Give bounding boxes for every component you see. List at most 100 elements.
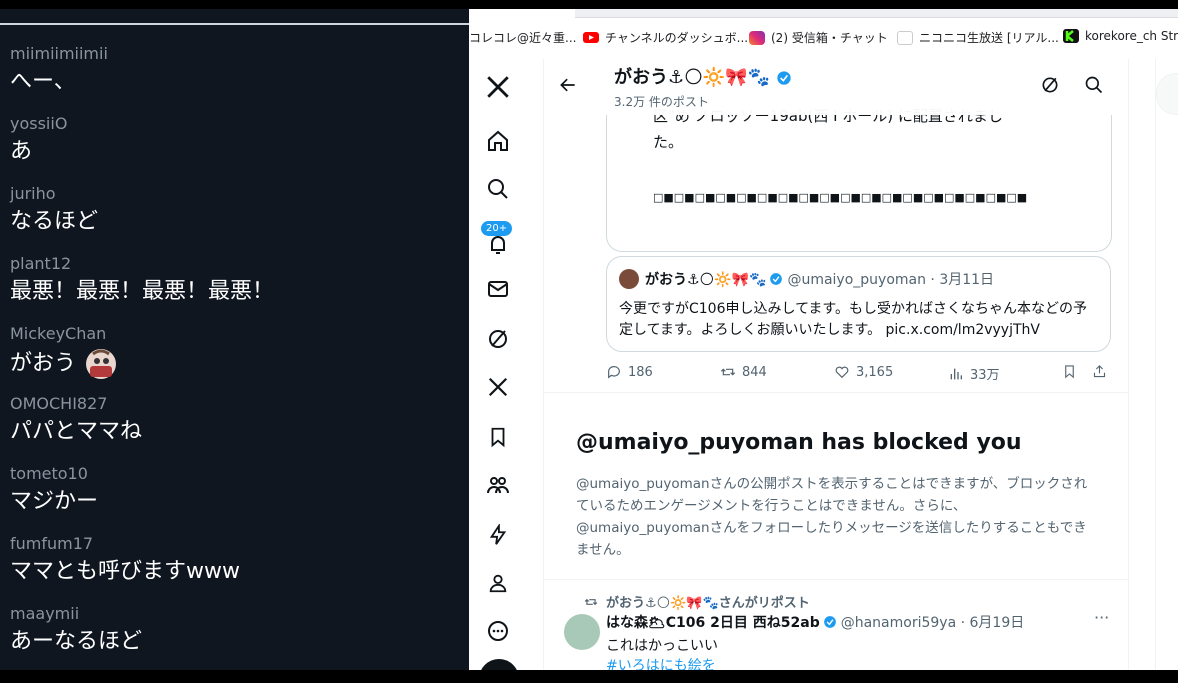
- chat-text: あーなるほど: [10, 629, 143, 654]
- chat-message: yossiiO あ: [10, 115, 67, 166]
- like-count: 3,165: [856, 364, 894, 380]
- quoted-tweet-body: 今更ですがC106申し込みしてます。もし受かればさくなちゃん本などの予定してます…: [619, 301, 1087, 338]
- search-icon[interactable]: [1084, 75, 1104, 99]
- sidebar-search-input[interactable]: [1156, 73, 1178, 115]
- messages-icon[interactable]: [484, 275, 512, 303]
- chat-username: MickeyChan: [10, 324, 107, 343]
- post-count: 3.2万 件のポスト: [614, 95, 709, 109]
- profile-name: がおう⚓🌕🔆🎀🐾: [614, 63, 792, 89]
- chat-username: maaymii: [10, 604, 80, 623]
- home-icon[interactable]: [484, 127, 512, 155]
- back-arrow-icon[interactable]: [558, 75, 578, 99]
- chat-message: miimiimiimii へー、: [10, 45, 108, 96]
- chat-text-content: がおう: [10, 351, 77, 376]
- reposted-tweet[interactable]: がおう⚓🌕🔆🎀🐾さんがリポスト はな森🌥C106 2日目 西ね52ab @han…: [544, 580, 1128, 670]
- tab-strip: [575, 9, 1178, 18]
- bookmark-item[interactable]: チャンネルのダッシュボ...: [583, 29, 748, 46]
- chat-username: miimiimiimii: [10, 44, 108, 63]
- bookmark-item[interactable]: (2) 受信箱・チャット: [749, 29, 888, 46]
- grok-icon[interactable]: [1040, 75, 1060, 99]
- verified-orgs-icon[interactable]: [484, 521, 512, 549]
- chat-username: yossiiO: [10, 114, 68, 133]
- chat-text: なるほど: [10, 209, 99, 234]
- chat-text: ママとも呼びますwww: [10, 559, 240, 584]
- profile-name-text: がおう⚓🌕🔆🎀🐾: [614, 67, 771, 88]
- x-premium-icon[interactable]: [484, 373, 512, 401]
- chat-message: MickeyChan がおう: [10, 325, 117, 380]
- browser-window: コレコレ@近々重... チャンネルのダッシュボ... (2) 受信箱・チャット …: [469, 9, 1178, 670]
- tweet-body: これはかっこいい: [606, 638, 718, 654]
- quoted-author-name: がおう⚓🌕🔆🎀🐾: [645, 272, 767, 288]
- verified-badge-icon: [770, 273, 783, 285]
- chat-username: plant12: [10, 254, 72, 273]
- profile-icon[interactable]: [484, 569, 512, 597]
- profile-timeline: 区"め ノロッソー19ab(西 I ホール) に配置されまし た。 □■□■□■…: [543, 59, 1129, 670]
- youtube-icon: [583, 32, 599, 43]
- chat-text: へー、: [10, 69, 76, 94]
- live-chat-panel: miimiimiimii へー、 yossiiO あ juriho なるほど p…: [0, 9, 469, 670]
- blocked-description: @umaiyo_puyomanさんの公開ポストを表示することはできますが、ブロッ…: [576, 476, 1088, 558]
- repost-indicator: がおう⚓🌕🔆🎀🐾さんがリポスト: [584, 592, 810, 611]
- bookmark-item[interactable]: korekore_ch Str: [1063, 29, 1178, 43]
- bookmarks-bar: コレコレ@近々重... チャンネルのダッシュボ... (2) 受信箱・チャット …: [469, 9, 1178, 59]
- tweet-actions: 186 844 3,165 33万: [606, 364, 1116, 384]
- chat-message: fumfum17 ママとも呼びますwww: [10, 535, 240, 586]
- grok-icon[interactable]: [484, 325, 512, 353]
- verified-badge-icon: [777, 71, 792, 85]
- share-button[interactable]: [1092, 364, 1113, 379]
- view-count: 33万: [970, 368, 1000, 383]
- kick-icon: [1063, 29, 1079, 43]
- communities-icon[interactable]: [484, 471, 512, 499]
- chat-text: 最悪！最悪！最悪！最悪！: [10, 279, 275, 304]
- bookmark-label: ニコニコ生放送 [リアル...: [919, 31, 1059, 45]
- screen-frame-bottom: [0, 670, 1178, 683]
- chat-message: plant12 最悪！最悪！最悪！最悪！: [10, 255, 274, 306]
- quoted-tweet-header: がおう⚓🌕🔆🎀🐾 @umaiyo_puyoman · 3月11日: [619, 269, 994, 289]
- author-handle: @hanamori59ya · 6月19日: [840, 615, 1025, 631]
- tweet-header: はな森🌥C106 2日目 西ね52ab @hanamori59ya · 6月19…: [606, 612, 1024, 632]
- bookmark-label: (2) 受信箱・チャット: [771, 31, 888, 45]
- repost-indicator-text: がおう⚓🌕🔆🎀🐾さんがリポスト: [606, 596, 810, 611]
- blocked-notice: @umaiyo_puyoman has blocked you @umaiyo_…: [544, 393, 1128, 579]
- search-icon[interactable]: [484, 175, 512, 203]
- views-button[interactable]: 33万: [948, 364, 1000, 383]
- reply-button[interactable]: 186: [606, 364, 653, 380]
- bookmark-item[interactable]: コレコレ@近々重...: [469, 29, 576, 46]
- x-logo-icon[interactable]: [484, 73, 512, 101]
- right-sidebar: [1155, 59, 1178, 670]
- bookmarks-icon[interactable]: [484, 423, 512, 451]
- chat-text: あ: [10, 139, 33, 164]
- profile-header: がおう⚓🌕🔆🎀🐾 3.2万 件のポスト: [544, 59, 1128, 115]
- heart-icon: [835, 366, 849, 379]
- bookmark-label: コレコレ@近々重...: [469, 31, 577, 45]
- bookmark-item[interactable]: ニコニコ生放送 [リアル...: [897, 29, 1059, 46]
- post-button[interactable]: [479, 659, 519, 670]
- like-button[interactable]: 3,165: [834, 364, 893, 380]
- repost-button[interactable]: 844: [720, 364, 767, 380]
- chat-message: tometo10 マジかー: [10, 465, 98, 516]
- repost-icon: [584, 598, 598, 605]
- hashtag-link[interactable]: #いろはにも絵を: [606, 655, 716, 670]
- chat-message: juriho なるほど: [10, 185, 98, 236]
- bookmark-label: チャンネルのダッシュボ...: [605, 31, 749, 45]
- tweet-text-line: □■□■□■□■□■□■□■□■□■□■□■□■□■□■□■□■□■□■: [653, 191, 1028, 204]
- author-name: はな森🌥C106 2日目 西ね52ab: [606, 615, 820, 631]
- bookmark-button[interactable]: [1062, 364, 1083, 379]
- more-options-icon[interactable]: ···: [1094, 608, 1109, 627]
- chat-message: maaymii あーなるほど: [10, 605, 142, 656]
- repost-count: 844: [742, 364, 767, 380]
- chat-text: パパとママね: [10, 419, 143, 444]
- avatar[interactable]: [564, 614, 600, 650]
- quoted-tweet[interactable]: がおう⚓🌕🔆🎀🐾 @umaiyo_puyoman · 3月11日 今更ですがC1…: [606, 256, 1111, 352]
- more-options-icon[interactable]: [484, 617, 512, 645]
- emote-face-icon: [85, 348, 117, 380]
- tweet-text-line: た。: [653, 133, 684, 151]
- quoted-author-handle: @umaiyo_puyoman · 3月11日: [787, 272, 995, 288]
- avatar: [619, 269, 639, 289]
- chat-username: OMOCHI827: [10, 394, 108, 413]
- x-sidebar: 20+: [469, 59, 527, 670]
- views-icon: [950, 368, 962, 379]
- blocked-title: @umaiyo_puyoman has blocked you: [576, 430, 1022, 455]
- notifications-badge: 20+: [481, 221, 513, 236]
- chat-divider: [0, 23, 469, 25]
